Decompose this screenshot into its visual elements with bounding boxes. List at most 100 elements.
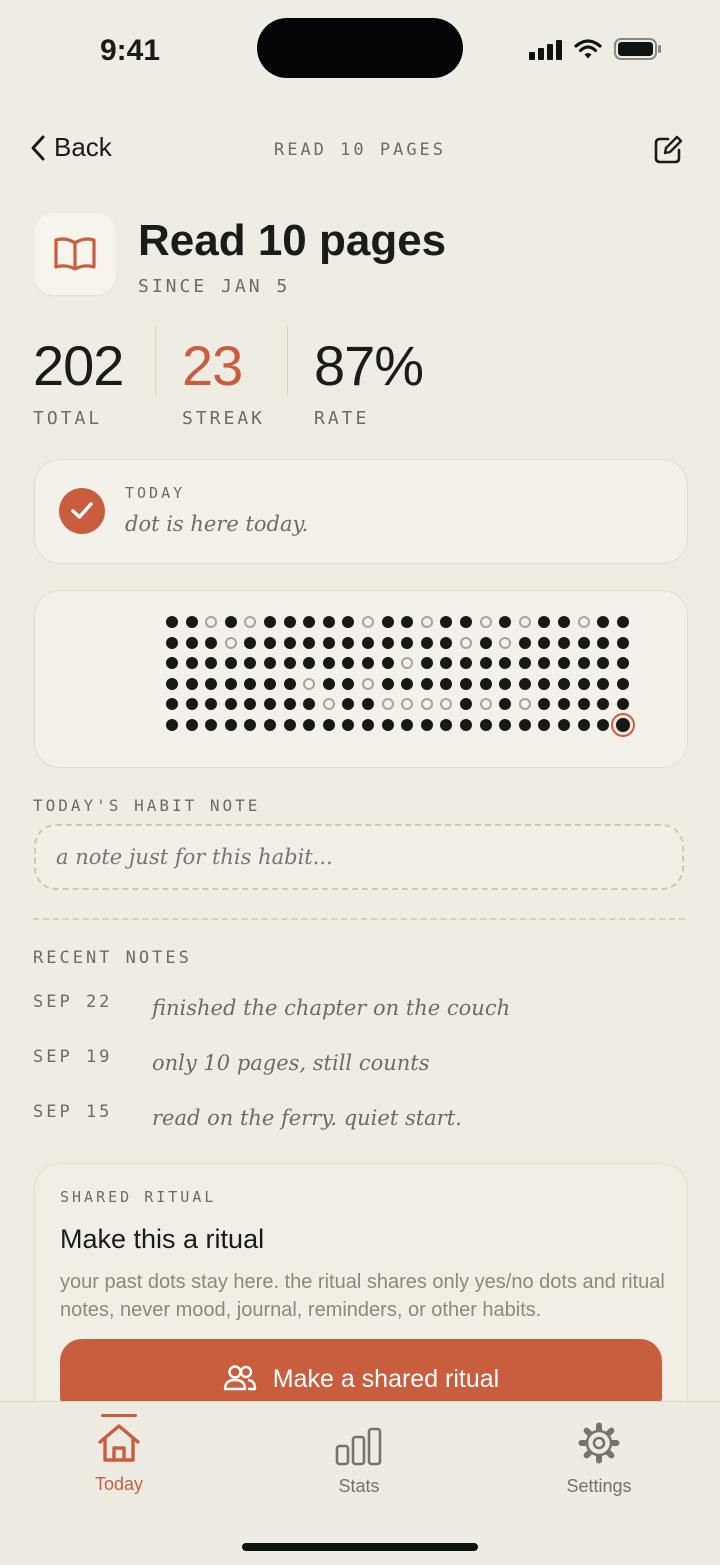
done-dot: [166, 698, 178, 711]
stat-rate-label: RATE: [314, 408, 370, 429]
done-dot: [342, 677, 355, 690]
done-dot: [597, 719, 610, 731]
recent-note-text: only 10 pages, still counts: [152, 1051, 430, 1075]
habit-note-label: TODAY'S HABIT NOTE: [33, 796, 261, 815]
habit-since: SINCE JAN 5: [138, 276, 291, 297]
done-dot: [381, 636, 394, 649]
done-dot: [420, 636, 433, 649]
done-dot: [185, 636, 198, 649]
done-dot: [264, 677, 276, 690]
done-dot: [362, 719, 374, 731]
done-dot: [264, 616, 276, 628]
done-dot: [518, 677, 531, 690]
done-dot: [538, 616, 551, 628]
recent-note-date: SEP 15: [33, 1102, 113, 1122]
done-dot: [303, 698, 316, 711]
habit-note-input[interactable]: [34, 824, 684, 890]
done-dot: [224, 677, 237, 690]
done-dot: [185, 657, 198, 670]
stat-streak-value: 23: [182, 334, 243, 397]
done-dot: [440, 616, 453, 628]
done-dot: [558, 657, 570, 670]
done-dot: [322, 616, 335, 628]
edit-icon: [654, 135, 683, 164]
done-dot: [479, 657, 492, 670]
done-dot: [244, 698, 257, 711]
done-dot: [420, 719, 433, 731]
done-dot: [440, 677, 453, 690]
ritual-title: Make this a ritual: [60, 1224, 265, 1254]
edit-button[interactable]: [652, 134, 684, 171]
done-dot: [185, 616, 198, 628]
done-dot: [264, 636, 276, 649]
done-dot: [440, 719, 453, 731]
done-dot: [460, 698, 472, 711]
done-dot: [362, 657, 374, 670]
done-dot: [577, 719, 590, 731]
done-dot: [166, 677, 178, 690]
done-dot: [303, 719, 316, 731]
done-dot: [597, 677, 610, 690]
stat-divider: [155, 326, 156, 396]
done-dot: [460, 616, 472, 628]
done-dot: [224, 616, 237, 628]
missed-dot: [420, 698, 433, 711]
done-dot: [303, 636, 316, 649]
home-indicator: [242, 1543, 478, 1551]
done-dot: [185, 677, 198, 690]
done-dot: [577, 636, 590, 649]
tab-settings[interactable]: Settings: [529, 1422, 669, 1497]
dot-grid: [166, 616, 633, 736]
done-dot: [244, 636, 257, 649]
active-tab-indicator: [101, 1414, 137, 1417]
done-dot: [401, 677, 414, 690]
done-dot: [499, 677, 512, 690]
done-dot: [460, 677, 472, 690]
done-dot: [283, 698, 296, 711]
recent-note-text: finished the chapter on the couch: [152, 996, 511, 1020]
done-dot: [244, 677, 257, 690]
done-dot: [558, 719, 570, 731]
today-check-button[interactable]: [59, 488, 105, 534]
done-dot: [205, 698, 218, 711]
done-dot: [224, 657, 237, 670]
done-dot: [577, 677, 590, 690]
done-dot: [616, 698, 629, 711]
done-dot: [518, 719, 531, 731]
tab-stats[interactable]: Stats: [289, 1426, 429, 1497]
done-dot: [401, 719, 414, 731]
book-icon: [54, 237, 96, 271]
stat-divider: [287, 326, 288, 396]
done-dot: [166, 616, 178, 628]
today-card[interactable]: TODAY dot is here today.: [34, 459, 688, 564]
stat-rate-value: 87%: [314, 334, 424, 397]
done-dot: [185, 719, 198, 731]
wifi-icon: [574, 39, 602, 59]
done-dot: [381, 719, 394, 731]
missed-dot: [205, 616, 218, 628]
done-dot: [362, 636, 374, 649]
home-icon: [98, 1424, 140, 1462]
battery-icon: [614, 38, 661, 60]
missed-dot: [224, 636, 237, 649]
done-dot: [538, 698, 551, 711]
done-dot: [264, 698, 276, 711]
done-dot: [205, 719, 218, 731]
done-dot: [205, 677, 218, 690]
done-dot: [342, 616, 355, 628]
done-dot: [558, 677, 570, 690]
missed-dot: [303, 677, 316, 690]
done-dot: [577, 657, 590, 670]
nav-title: READ 10 PAGES: [273, 140, 447, 160]
done-dot: [224, 719, 237, 731]
done-dot: [322, 677, 335, 690]
done-dot: [283, 616, 296, 628]
ritual-description: your past dots stay here. the ritual sha…: [60, 1271, 665, 1321]
make-shared-ritual-label: Make a shared ritual: [272, 1365, 500, 1393]
done-dot: [420, 677, 433, 690]
missed-dot: [479, 616, 492, 628]
tab-today[interactable]: Today: [49, 1422, 189, 1495]
done-dot: [479, 636, 492, 649]
done-dot: [499, 719, 512, 731]
done-dot: [283, 636, 296, 649]
